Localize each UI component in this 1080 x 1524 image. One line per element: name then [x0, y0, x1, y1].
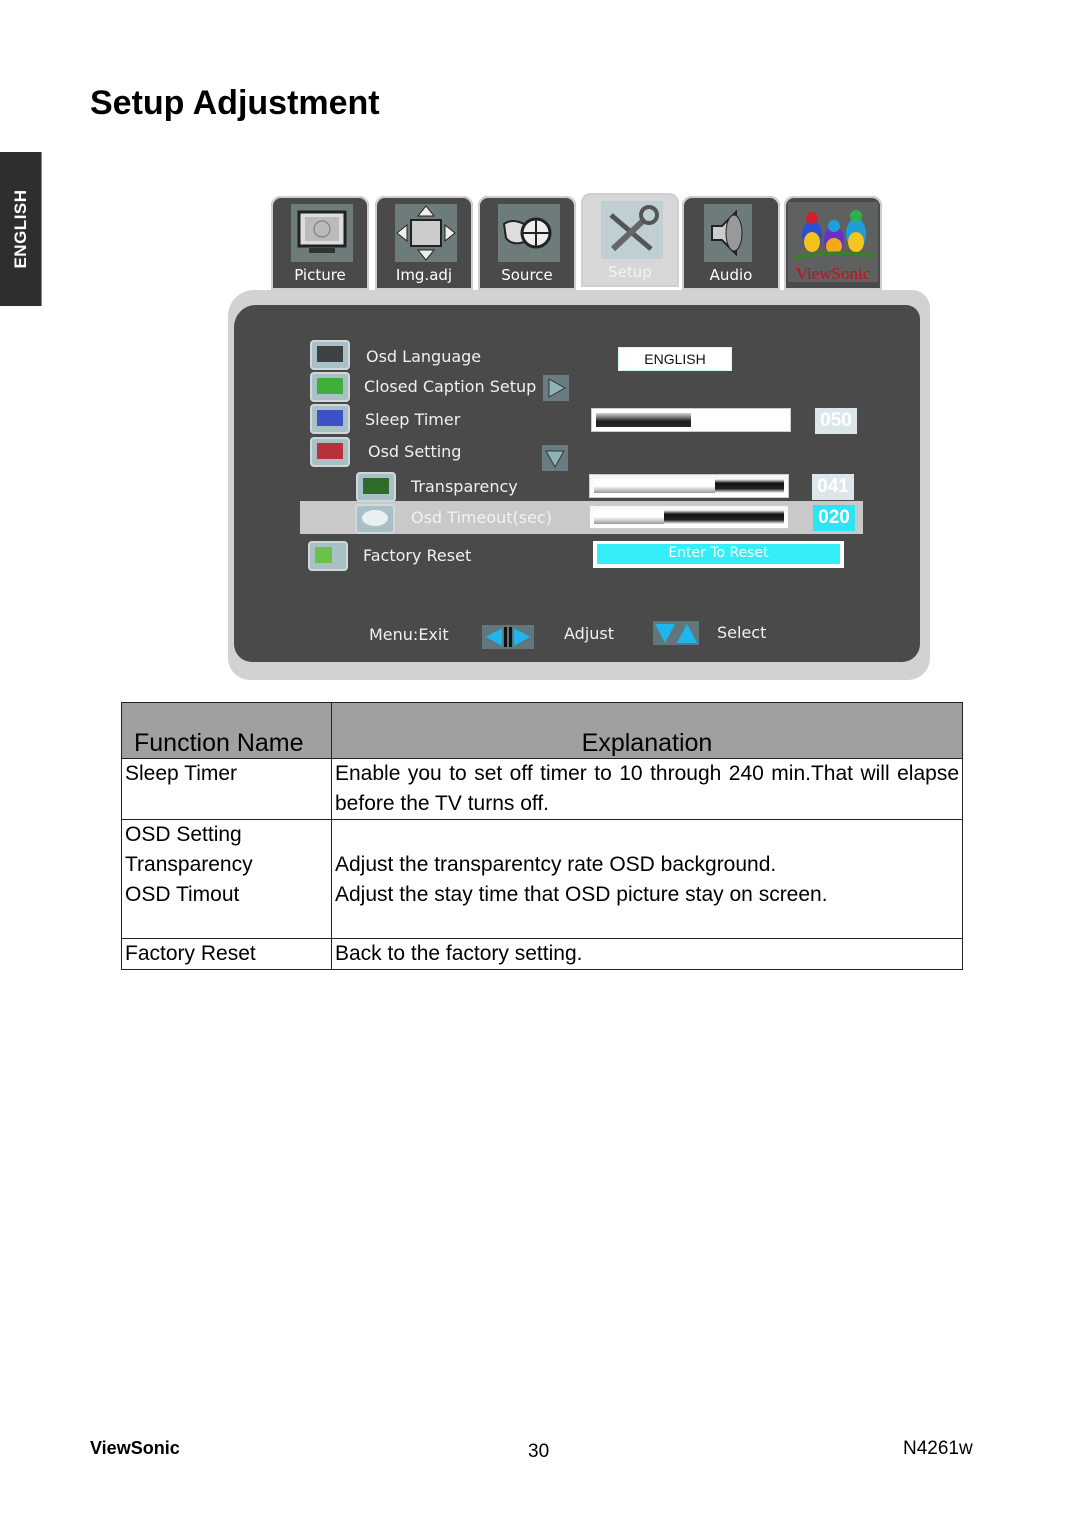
move-arrows-icon [395, 204, 457, 262]
explanation-cell: Enable you to set off timer to 10 throug… [331, 758, 963, 820]
tab-picture-label: Picture [294, 266, 346, 284]
tv-icon [291, 204, 353, 262]
tab-audio-label: Audio [709, 266, 753, 284]
tab-img-adj[interactable]: Img.adj [375, 196, 473, 290]
stopwatch-icon [355, 504, 395, 534]
sleep-zzz-icon [310, 404, 350, 434]
select-hint: Select [717, 623, 767, 642]
explanation-cell: Back to the factory setting. [331, 938, 963, 970]
language-side-tab-label: ENGLISH [10, 189, 30, 269]
tab-setup-label: Setup [608, 263, 652, 281]
osd-timeout-slider[interactable] [589, 505, 789, 529]
osd-setting-expand-button[interactable] [542, 445, 568, 471]
osd-timeout-slider-fill [594, 510, 665, 524]
closed-caption-enter-button[interactable] [543, 375, 569, 401]
sleep-timer-slider[interactable] [591, 408, 791, 432]
language-side-tab: ENGLISH [0, 152, 42, 306]
function-name-cell: OSD Setting Transparency OSD Timout [121, 819, 332, 939]
osd-timeout-label[interactable]: Osd Timeout(sec) [411, 508, 552, 527]
page-number: 30 [528, 1441, 550, 1462]
transparency-slider-rest [714, 479, 784, 493]
speaker-icon [704, 204, 752, 262]
osd-language-label[interactable]: Osd Language [366, 347, 481, 366]
tab-source[interactable]: Source [478, 196, 576, 290]
transparency-slider[interactable] [589, 474, 789, 498]
closed-caption-setup-label[interactable]: Closed Caption Setup [364, 377, 536, 396]
model-number: N4261w [903, 1438, 973, 1459]
factory-reset-label[interactable]: Factory Reset [363, 546, 471, 565]
function-table: Function Name Explanation Sleep Timer En… [121, 702, 963, 970]
triangle-down-icon [545, 450, 565, 469]
page-title: Setup Adjustment [90, 84, 380, 122]
tools-icon [601, 201, 663, 259]
factory-reset-icon [308, 541, 348, 571]
tab-viewsonic[interactable]: ViewSonic [784, 196, 882, 290]
cable-plug-icon [498, 204, 560, 262]
sleep-timer-value: 050 [815, 408, 857, 434]
header-explanation: Explanation [331, 702, 963, 759]
transparency-slider-fill [594, 479, 715, 493]
osd-timeout-value: 020 [813, 505, 855, 531]
function-name-cell: Factory Reset [121, 938, 332, 970]
footer-brand: ViewSonic [90, 1438, 180, 1458]
up-down-arrows-icon [653, 621, 699, 645]
enter-to-reset-button[interactable]: Enter To Reset [593, 541, 844, 568]
transparency-label[interactable]: Transparency [411, 477, 518, 496]
tab-source-label: Source [501, 266, 553, 284]
world-map-icon [310, 340, 350, 370]
left-right-arrows-icon [482, 625, 534, 649]
table-row: Sleep Timer Enable you to set off timer … [121, 758, 963, 820]
osd-timeout-slider-rest [664, 510, 784, 524]
header-function-name: Function Name [121, 702, 332, 759]
tab-img-adj-label: Img.adj [395, 266, 453, 284]
osd-setting-label[interactable]: Osd Setting [368, 442, 461, 461]
menu-exit-hint: Menu:Exit [369, 625, 449, 644]
closed-caption-icon [310, 372, 350, 402]
tab-picture[interactable]: Picture [271, 196, 369, 290]
explanation-cell: Adjust the transparentcy rate OSD backgr… [331, 819, 963, 939]
tab-viewsonic-label: ViewSonic [795, 264, 871, 283]
sleep-timer-slider-fill [596, 413, 691, 427]
function-name-cell: Sleep Timer [121, 758, 332, 820]
osd-setting-icon [310, 437, 350, 467]
waveform-icon [356, 472, 396, 502]
table-row: Factory Reset Back to the factory settin… [121, 938, 963, 970]
adjust-hint: Adjust [564, 624, 615, 643]
enter-to-reset-label: Enter To Reset [597, 544, 840, 564]
tab-audio[interactable]: Audio [682, 196, 780, 290]
table-header-row: Function Name Explanation [121, 702, 963, 759]
table-row: OSD Setting Transparency OSD Timout Adju… [121, 819, 963, 939]
osd-language-value[interactable]: ENGLISH [618, 347, 732, 371]
transparency-value: 041 [812, 474, 854, 500]
play-right-icon [548, 378, 567, 398]
sleep-timer-label[interactable]: Sleep Timer [365, 410, 460, 429]
tab-setup[interactable]: Setup [581, 193, 679, 287]
